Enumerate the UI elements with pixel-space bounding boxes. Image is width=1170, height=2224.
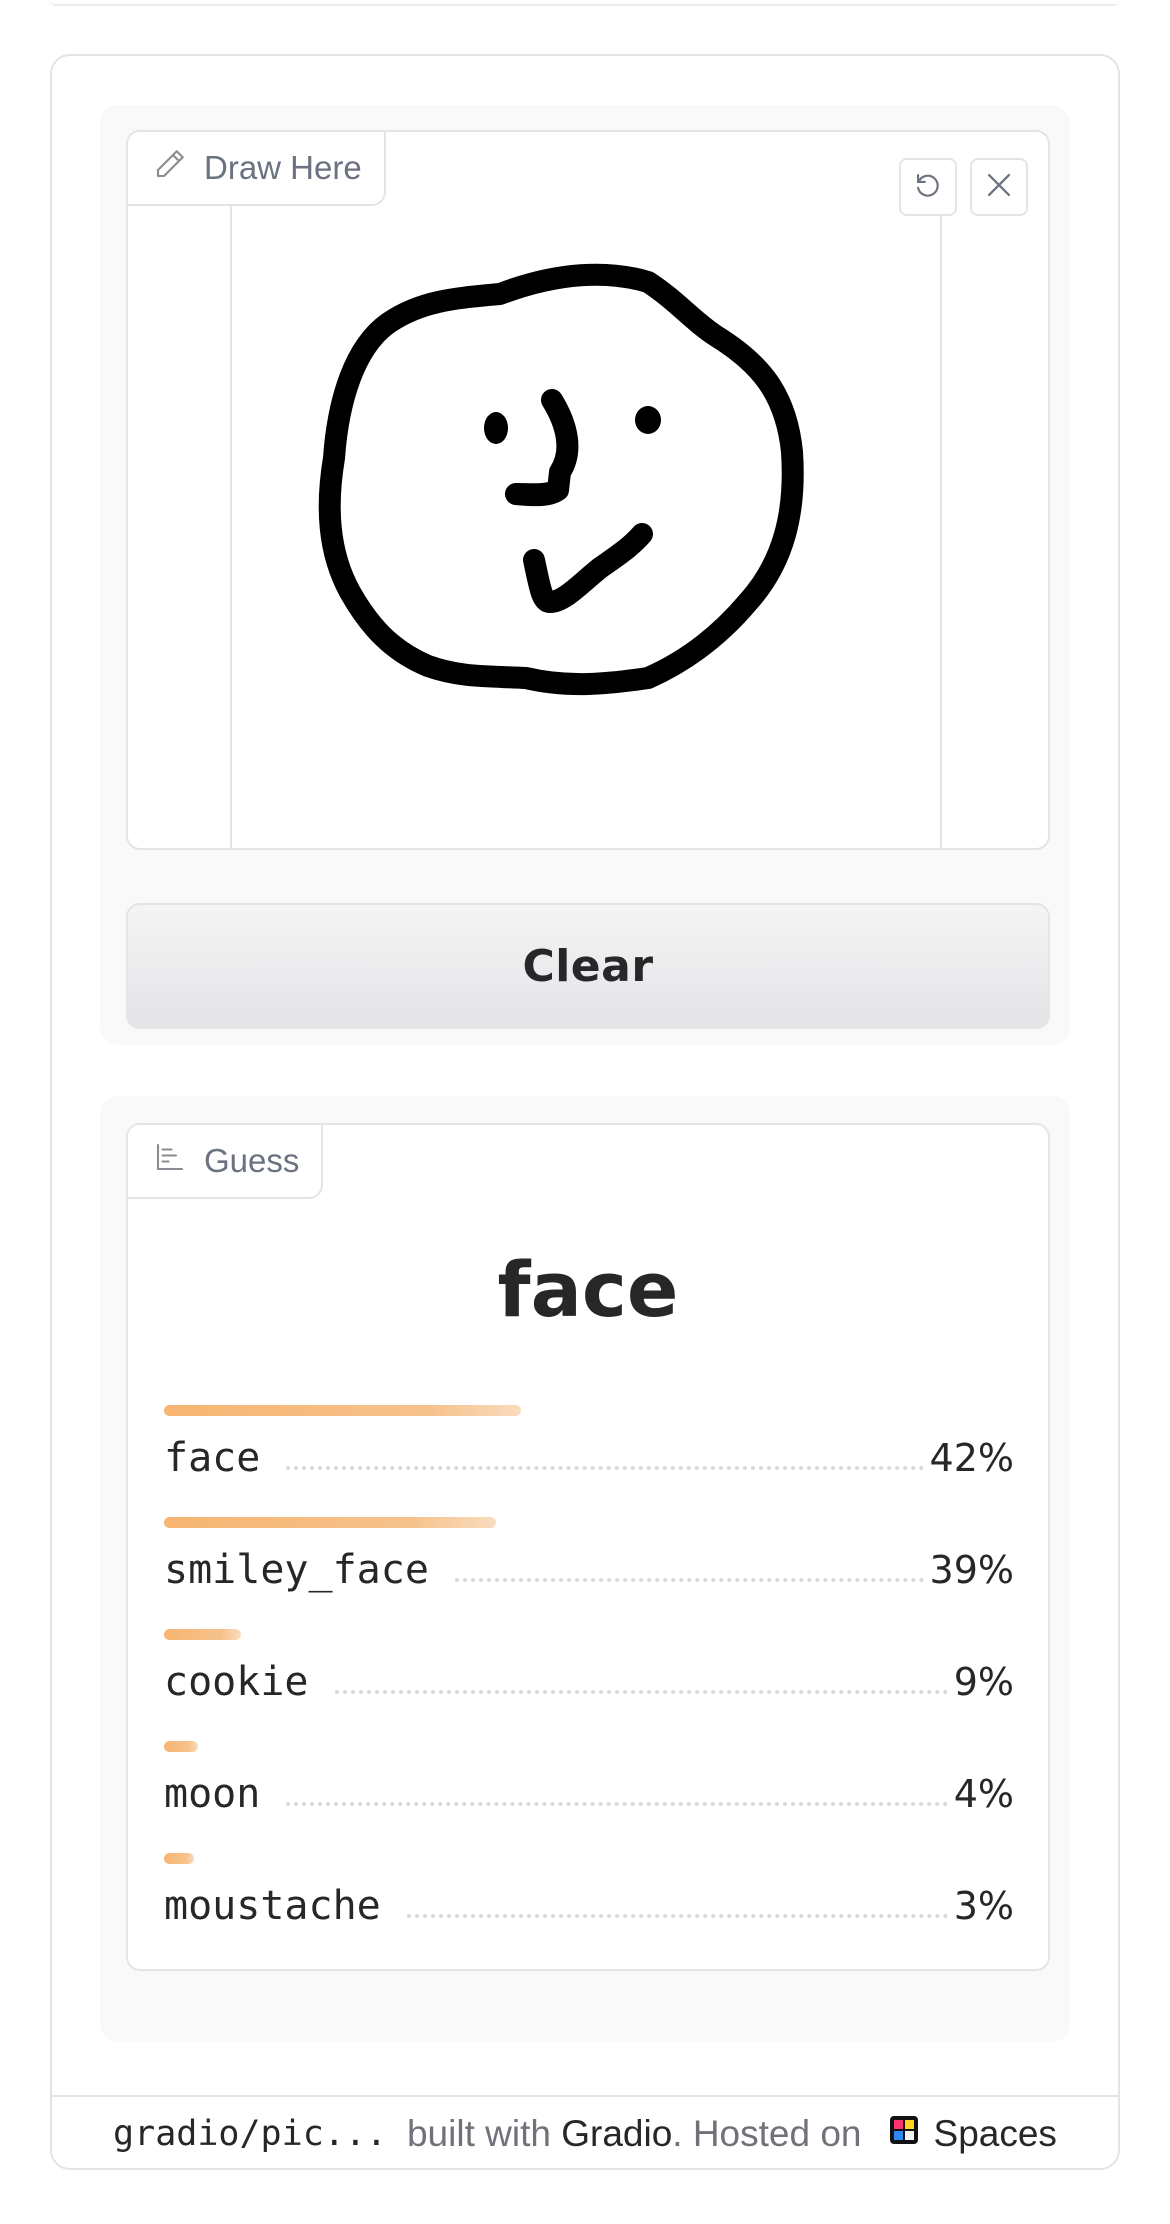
confidence-row: smiley_face 39% bbox=[164, 1543, 1014, 1597]
confidence-value: 42% bbox=[929, 1436, 1014, 1480]
confidence-row: cookie 9% bbox=[164, 1655, 1014, 1709]
confidence-value: 9% bbox=[953, 1660, 1014, 1704]
page: Draw Here Clear Guess face face 42% smil… bbox=[0, 0, 1170, 2224]
confidence-leader bbox=[286, 1802, 948, 1806]
footer-hosted-on: . Hosted on bbox=[672, 2112, 862, 2154]
confidence-label: moustache bbox=[164, 1883, 381, 1929]
guess-panel: Guess face face 42% smiley_face 39% cookie 9%… bbox=[126, 1123, 1050, 1971]
footer: gradio/pic... built with Gradio . Hosted… bbox=[52, 2095, 1118, 2168]
guess-label-text: Guess bbox=[204, 1142, 300, 1179]
confidence-item: cookie 9% bbox=[164, 1629, 1014, 1741]
confidence-bar bbox=[164, 1629, 241, 1640]
undo-button[interactable] bbox=[899, 158, 957, 216]
confidence-leader bbox=[334, 1690, 948, 1694]
confidence-item: face 42% bbox=[164, 1405, 1014, 1517]
confidence-bar bbox=[164, 1741, 198, 1752]
sketchpad-label-text: Draw Here bbox=[204, 149, 362, 186]
confidence-label: moon bbox=[164, 1771, 261, 1817]
sketchpad-label: Draw Here bbox=[128, 132, 386, 206]
confidence-label: smiley_face bbox=[164, 1547, 429, 1593]
confidence-item: moon 4% bbox=[164, 1741, 1014, 1853]
spaces-logo-icon bbox=[862, 2113, 934, 2155]
confidence-bar bbox=[164, 1405, 521, 1416]
confidence-leader bbox=[406, 1914, 948, 1918]
confidence-value: 39% bbox=[929, 1548, 1014, 1592]
confidence-row: face 42% bbox=[164, 1431, 1014, 1485]
confidence-leader bbox=[286, 1466, 924, 1470]
confidence-item: moustache 3% bbox=[164, 1853, 1014, 1965]
confidence-item: smiley_face 39% bbox=[164, 1517, 1014, 1629]
gradio-link[interactable]: Gradio bbox=[561, 2113, 672, 2155]
confidence-row: moon 4% bbox=[164, 1767, 1014, 1821]
confidence-list: face 42% smiley_face 39% cookie 9% moon 4% moust… bbox=[164, 1405, 1014, 1965]
undo-icon bbox=[911, 168, 945, 207]
previous-block-edge bbox=[50, 0, 1120, 6]
confidence-label: cookie bbox=[164, 1659, 309, 1705]
top-prediction: face bbox=[497, 1245, 679, 1334]
close-icon bbox=[982, 168, 1016, 207]
app-container: Draw Here Clear Guess face face 42% smil… bbox=[50, 54, 1120, 2170]
confidence-bar bbox=[164, 1517, 496, 1528]
confidence-value: 3% bbox=[953, 1884, 1014, 1928]
confidence-label: face bbox=[164, 1435, 261, 1481]
confidence-leader bbox=[454, 1578, 924, 1582]
bar-chart-icon bbox=[152, 1139, 188, 1183]
close-button[interactable] bbox=[970, 158, 1028, 216]
guess-label: Guess bbox=[128, 1125, 324, 1199]
clear-button[interactable]: Clear bbox=[126, 903, 1050, 1029]
confidence-bar bbox=[164, 1853, 194, 1864]
sketchpad-panel[interactable]: Draw Here bbox=[126, 130, 1050, 850]
pencil-icon bbox=[152, 146, 188, 190]
spaces-link[interactable]: Spaces bbox=[934, 2113, 1057, 2155]
footer-repo[interactable]: gradio/pic... bbox=[113, 2114, 387, 2154]
confidence-row: moustache 3% bbox=[164, 1879, 1014, 1933]
sketch-drawing[interactable] bbox=[128, 132, 1048, 848]
confidence-value: 4% bbox=[953, 1772, 1014, 1816]
footer-built-with: built with bbox=[406, 2112, 551, 2154]
